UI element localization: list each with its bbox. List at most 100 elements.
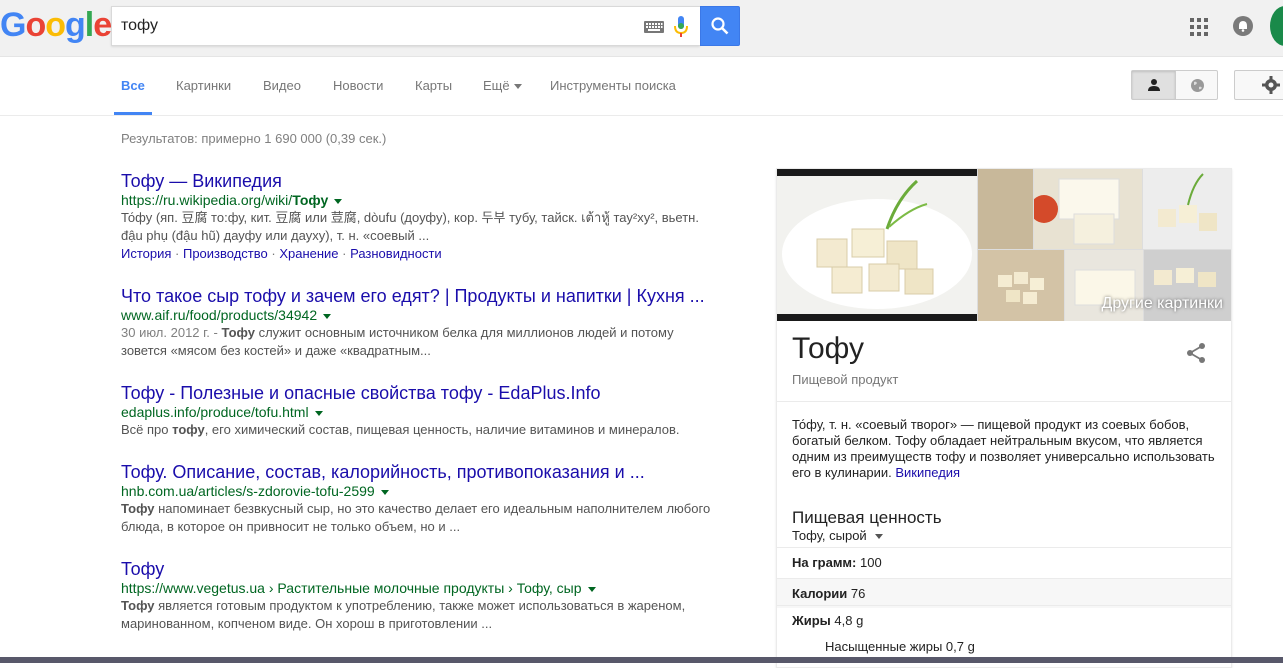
chevron-down-icon [513, 84, 522, 90]
result-title-link[interactable]: Тофу. Описание, состав, калорийность, пр… [121, 461, 721, 483]
search-result: Тофу https://www.vegetus.ua › Растительн… [121, 558, 721, 633]
nutrition-row: Жиры 4,8 g [777, 605, 1231, 635]
wikipedia-link[interactable]: Википедия [895, 465, 960, 480]
nutrition-value: Насыщенные жиры 0,7 g [825, 639, 975, 654]
logo-letter: e [93, 6, 112, 44]
search-result: Тофу - Полезные и опасные свойства тофу … [121, 382, 721, 439]
logo-letter: o [45, 6, 66, 44]
image-collage[interactable]: Другие картинки [777, 169, 1231, 321]
result-snippet: Всё про тофу, его химический состав, пищ… [121, 421, 721, 439]
sitelink-production[interactable]: Производство [183, 246, 268, 261]
result-url-bold: Тофу [292, 192, 329, 208]
snippet-bold: Тофу [121, 501, 155, 516]
snippet-text: является готовым продуктом к употреблени… [121, 598, 686, 631]
nutrition-row: Калории 76 [777, 578, 1231, 608]
search-input[interactable] [121, 15, 631, 37]
result-url-text: https://ru.wikipedia.org/wiki/ [121, 192, 293, 208]
tab-all[interactable]: Все [121, 78, 145, 93]
result-snippet: Тофу напоминает безвкусный сыр, но это к… [121, 500, 721, 536]
tofu-thumb-2[interactable] [1034, 169, 1142, 249]
person-icon [1147, 79, 1160, 91]
search-result: Тофу — Википедия https://ru.wikipedia.or… [121, 170, 721, 263]
url-dropdown-icon[interactable] [314, 410, 323, 416]
personal-results-button[interactable] [1132, 71, 1175, 99]
result-url-text: hnb.com.ua/articles/s-zdorovie-tofu-2599 [121, 483, 375, 499]
result-stats: Результатов: примерно 1 690 000 (0,39 се… [121, 131, 387, 146]
tab-more[interactable]: Ещё [483, 78, 522, 93]
tab-images[interactable]: Картинки [176, 78, 231, 93]
tofu-image [777, 176, 977, 314]
snippet-text: напоминает безвкусный сыр, но это качест… [121, 501, 711, 534]
globe-icon [1190, 78, 1204, 92]
tab-search-tools[interactable]: Инструменты поиска [550, 78, 676, 93]
result-url-text: https://www.vegetus.ua › Растительные мо… [121, 580, 582, 596]
tab-video[interactable]: Видео [263, 78, 301, 93]
tofu-thumb-4[interactable] [978, 250, 1064, 321]
tab-maps[interactable]: Карты [415, 78, 452, 93]
microphone-icon[interactable] [674, 16, 688, 38]
logo-letter: o [25, 6, 46, 44]
tab-news[interactable]: Новости [333, 78, 383, 93]
account-avatar[interactable] [1270, 6, 1283, 46]
top-header: Google [0, 0, 1283, 57]
url-dropdown-icon[interactable] [587, 586, 596, 592]
sitelink-varieties[interactable]: Разновидности [350, 246, 442, 261]
sitelink-history[interactable]: История [121, 246, 171, 261]
knowledge-panel: Другие картинки Тофу Пищевой продукт То́… [776, 168, 1232, 668]
settings-button[interactable] [1234, 70, 1283, 100]
tab-more-label: Ещё [483, 78, 510, 93]
result-title-link[interactable]: Тофу [121, 558, 721, 580]
nutrition-label: На грамм: [792, 555, 857, 570]
logo-letter: g [65, 6, 86, 44]
divider [777, 401, 1231, 402]
entity-description: То́фу, т. н. «соевый творог» — пищевой п… [792, 417, 1222, 481]
result-url: www.aif.ru/food/products/34942 [121, 307, 721, 324]
notifications-bell-icon[interactable] [1233, 16, 1253, 36]
url-dropdown-icon[interactable] [334, 198, 343, 204]
result-title-link[interactable]: Тофу — Википедия [121, 170, 721, 192]
more-images-link[interactable]: Другие картинки [1101, 295, 1223, 313]
result-snippet: Тофу является готовым продуктом к употре… [121, 597, 721, 633]
result-title-link[interactable]: Что такое сыр тофу и зачем его едят? | П… [121, 285, 721, 307]
nutrition-value: 76 [850, 586, 866, 601]
result-url-text: edaplus.info/produce/tofu.html [121, 404, 309, 420]
entity-type: Пищевой продукт [792, 372, 899, 387]
tofu-thumb-1[interactable] [978, 169, 1033, 249]
taskbar-edge [0, 657, 1283, 663]
search-button[interactable] [700, 6, 740, 46]
global-results-button[interactable] [1175, 71, 1218, 99]
tofu-image [998, 272, 1044, 304]
nutrition-select[interactable]: Тофу, сырой [792, 528, 883, 543]
url-dropdown-icon[interactable] [323, 313, 332, 319]
nutrition-row: На грамм: 100 [777, 547, 1231, 577]
snippet-pre: Всё про [121, 422, 173, 437]
result-snippet: 30 июл. 2012 г. - Тофу служит основным и… [121, 324, 721, 360]
keyboard-icon[interactable] [644, 21, 664, 33]
logo-letter: G [0, 6, 26, 44]
tofu-thumb-3[interactable] [1143, 169, 1231, 249]
snippet-bold: Тофу [221, 325, 255, 340]
result-snippet: То́фу (яп. 豆腐 то:фу, кит. 豆腐 или 荳腐, dòu… [121, 210, 699, 243]
nutrition-label: Калории [792, 586, 848, 601]
apps-grid-icon[interactable] [1190, 18, 1208, 36]
search-result: Тофу. Описание, состав, калорийность, пр… [121, 461, 721, 536]
active-tab-indicator [114, 112, 152, 115]
search-icon [711, 17, 729, 35]
snippet-bold: тофу [172, 422, 205, 437]
nutrition-heading: Пищевая ценность [792, 508, 942, 527]
tofu-image-main[interactable] [777, 169, 977, 321]
google-logo[interactable]: Google [0, 6, 112, 45]
gear-icon [1262, 76, 1280, 94]
personal-results-toggle [1131, 70, 1218, 100]
chevron-down-icon [874, 534, 883, 540]
share-icon[interactable] [1184, 341, 1208, 365]
nutrition-value: 4,8 g [834, 613, 864, 628]
search-box[interactable] [111, 6, 700, 46]
result-url: hnb.com.ua/articles/s-zdorovie-tofu-2599 [121, 483, 721, 500]
result-title-link[interactable]: Тофу - Полезные и опасные свойства тофу … [121, 382, 721, 404]
tofu-image [1034, 178, 1120, 245]
url-dropdown-icon[interactable] [380, 489, 389, 495]
sitelink-storage[interactable]: Хранение [279, 246, 338, 261]
result-sitelinks: История · Производство · Хранение · Разн… [121, 246, 442, 261]
nutrition-value: 100 [860, 555, 882, 570]
